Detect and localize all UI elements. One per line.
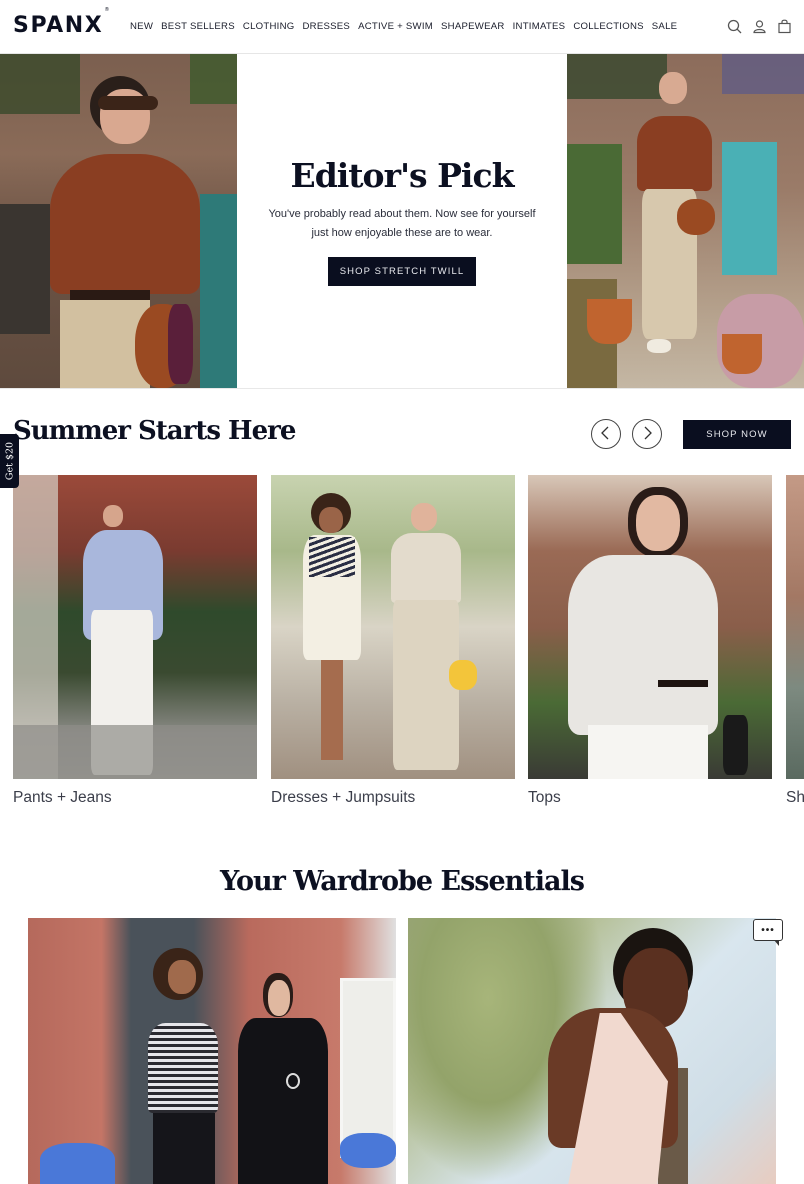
shop-now-button[interactable]: SHOP NOW — [683, 420, 791, 449]
nav-collections[interactable]: COLLECTIONS — [573, 21, 643, 32]
nav-new[interactable]: NEW — [130, 21, 153, 32]
nav-best-sellers[interactable]: BEST SELLERS — [161, 21, 235, 32]
logo-registered-mark: ® — [104, 6, 111, 13]
carousel-next-button[interactable] — [632, 419, 662, 449]
wardrobe-image-1[interactable] — [28, 918, 396, 1184]
hero-title: Editor's Pick — [290, 156, 515, 195]
nav-sale[interactable]: SALE — [652, 21, 678, 32]
main-nav: NEW BEST SELLERS CLOTHING DRESSES ACTIVE… — [130, 21, 677, 32]
wardrobe-image-2[interactable] — [408, 918, 776, 1184]
nav-active-swim[interactable]: ACTIVE + SWIM — [358, 21, 433, 32]
category-label[interactable]: Dresses + Jumpsuits — [271, 789, 415, 807]
site-header: SPANX® NEW BEST SELLERS CLOTHING DRESSES… — [0, 0, 804, 54]
get-20-promo-tab[interactable]: Get $20 — [0, 434, 19, 488]
promo-tab-label: Get $20 — [4, 441, 15, 481]
nav-clothing[interactable]: CLOTHING — [243, 21, 295, 32]
category-image[interactable] — [271, 475, 515, 779]
category-image[interactable] — [786, 475, 804, 779]
hero-text-panel: Editor's Pick You've probably read about… — [237, 54, 567, 388]
account-icon[interactable] — [752, 19, 767, 34]
category-card-pants-jeans[interactable]: Pants + Jeans — [13, 475, 257, 806]
category-card-tops[interactable]: Tops — [528, 475, 772, 806]
summer-title: Summer Starts Here — [13, 416, 296, 446]
category-card-partial[interactable]: Sh — [786, 475, 804, 806]
bag-icon[interactable] — [777, 19, 792, 34]
chevron-left-icon — [600, 426, 612, 443]
carousel-prev-button[interactable] — [591, 419, 621, 449]
logo-text: SPANX — [13, 13, 104, 38]
category-label[interactable]: Tops — [528, 789, 561, 807]
hero-right-image[interactable] — [567, 54, 804, 388]
header-actions — [727, 19, 792, 34]
hero-subtitle: You've probably read about them. Now see… — [268, 208, 536, 239]
category-image[interactable] — [13, 475, 257, 779]
category-image[interactable] — [528, 475, 772, 779]
nav-intimates[interactable]: INTIMATES — [513, 21, 566, 32]
chat-button[interactable]: ••• — [753, 919, 783, 946]
nav-dresses[interactable]: DRESSES — [302, 21, 350, 32]
spanx-logo[interactable]: SPANX® — [13, 7, 110, 38]
search-icon[interactable] — [727, 19, 742, 34]
editors-pick-hero: Editor's Pick You've probably read about… — [0, 54, 804, 389]
chat-ellipsis-icon: ••• — [761, 924, 775, 936]
category-card-dresses-jumpsuits[interactable]: Dresses + Jumpsuits — [271, 475, 515, 806]
shop-stretch-twill-button[interactable]: SHOP STRETCH TWILL — [328, 257, 476, 286]
nav-shapewear[interactable]: SHAPEWEAR — [441, 21, 505, 32]
category-label[interactable]: Pants + Jeans — [13, 789, 112, 807]
wardrobe-title: Your Wardrobe Essentials — [220, 866, 585, 897]
chevron-right-icon — [641, 426, 653, 443]
hero-left-image[interactable] — [0, 54, 237, 388]
category-label[interactable]: Sh — [786, 789, 804, 807]
